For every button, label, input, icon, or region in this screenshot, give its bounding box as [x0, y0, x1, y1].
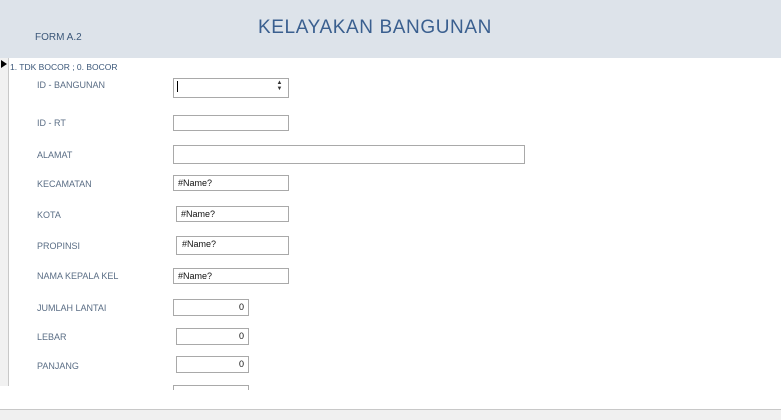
- id-bangunan-combobox[interactable]: ▲ ▼: [173, 78, 289, 98]
- label-propinsi: PROPINSI: [37, 241, 81, 251]
- label-kota: KOTA: [37, 210, 61, 220]
- label-kecamatan: KECAMATAN: [37, 179, 92, 189]
- form-title: KELAYAKAN BANGUNAN: [258, 17, 492, 38]
- label-nama-kepala-kel: NAMA KEPALA KEL: [37, 271, 119, 281]
- alamat-field[interactable]: [173, 145, 525, 164]
- spinner-icon[interactable]: ▲ ▼: [276, 80, 283, 93]
- form-note: 1. TDK BOCOR ; 0. BOCOR: [10, 62, 118, 72]
- label-panjang: PANJANG: [37, 361, 79, 371]
- form-header: FORM A.2 KELAYAKAN BANGUNAN: [0, 0, 781, 58]
- kecamatan-field[interactable]: #Name?: [173, 175, 289, 191]
- jumlah-lantai-field[interactable]: 0: [173, 299, 249, 316]
- kota-field[interactable]: #Name?: [176, 206, 289, 222]
- status-bar: [0, 409, 781, 420]
- label-id-bangunan: ID - BANGUNAN: [37, 80, 106, 90]
- label-id-rt: ID - RT: [37, 118, 66, 128]
- propinsi-field[interactable]: #Name?: [176, 236, 289, 255]
- id-rt-field[interactable]: [173, 115, 289, 131]
- nama-kepala-kel-field[interactable]: #Name?: [173, 268, 289, 284]
- next-field-partial[interactable]: [173, 385, 249, 390]
- text-caret: [177, 81, 178, 92]
- form-code: FORM A.2: [35, 32, 82, 43]
- label-lebar: LEBAR: [37, 332, 67, 342]
- lebar-field[interactable]: 0: [176, 328, 249, 345]
- label-jumlah-lantai: JUMLAH LANTAI: [37, 303, 107, 313]
- current-record-icon: [1, 60, 7, 68]
- record-selector[interactable]: [0, 58, 9, 386]
- label-alamat: ALAMAT: [37, 150, 73, 160]
- panjang-field[interactable]: 0: [176, 356, 249, 373]
- form-detail: [9, 58, 781, 386]
